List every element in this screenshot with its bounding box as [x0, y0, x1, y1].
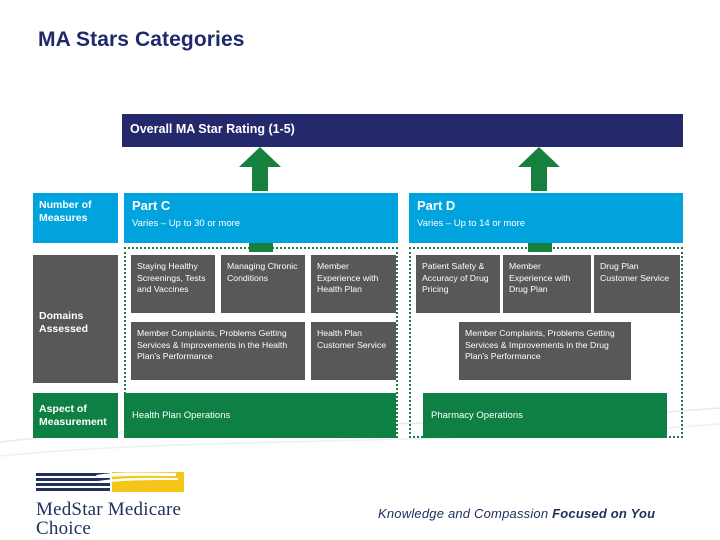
arrow-stem [531, 165, 547, 191]
connector-part-c [249, 243, 273, 252]
part-d-measures-count: Varies – Up to 14 or more [417, 218, 526, 229]
medstar-logo: MedStar Medicare Choice [36, 472, 296, 538]
medstar-logo-icon [36, 472, 184, 492]
part-d-header: Part D Varies – Up to 14 or more [409, 193, 683, 243]
slide-canvas: MA Stars Categories Overall MA Star Rati… [0, 0, 720, 540]
brand-tagline: Knowledge and Compassion Focused on You [378, 506, 655, 521]
aspect-box-pharmacy-operations: Pharmacy Operations [423, 393, 667, 438]
aspect-box-health-plan-operations: Health Plan Operations [124, 393, 396, 438]
page-title: MA Stars Categories [38, 28, 245, 51]
overall-rating-bar: Overall MA Star Rating (1-5) [122, 114, 683, 147]
domain-box: Member Complaints, Problems Getting Serv… [459, 322, 631, 380]
domain-box: Drug Plan Customer Service [594, 255, 680, 313]
arrow-stem [252, 165, 268, 191]
domain-box: Member Complaints, Problems Getting Serv… [131, 322, 305, 380]
row-label-domains-assessed: Domains Assessed [33, 255, 118, 383]
row-label-number-of-measures: Number of Measures [33, 193, 118, 243]
domain-box: Managing Chronic Conditions [221, 255, 305, 313]
part-d-name: Part D [417, 198, 456, 213]
logo-text-line2: Choice [36, 518, 92, 539]
row-label-aspect-of-measurement: Aspect of Measurement [33, 393, 118, 438]
up-arrow-icon-part-c [239, 147, 281, 191]
domain-box: Health Plan Customer Service [311, 322, 396, 380]
part-c-name: Part C [132, 198, 171, 213]
connector-part-d [528, 243, 552, 252]
domain-box: Staying Healthy Screenings, Tests and Va… [131, 255, 215, 313]
overall-rating-label: Overall MA Star Rating (1-5) [130, 122, 295, 136]
logo-text-line1: MedStar Medicare [36, 499, 182, 520]
tagline-bold-text: Focused on You [552, 506, 656, 521]
part-c-measures-count: Varies – Up to 30 or more [132, 218, 241, 229]
up-arrow-icon-part-d [518, 147, 560, 191]
domain-box: Member Experience with Health Plan [311, 255, 396, 313]
tagline-light-text: Knowledge and Compassion [378, 506, 553, 521]
domain-box: Patient Safety & Accuracy of Drug Pricin… [416, 255, 500, 313]
arrow-head [239, 147, 281, 167]
part-c-header: Part C Varies – Up to 30 or more [124, 193, 398, 243]
arrow-head [518, 147, 560, 167]
domain-box: Member Experience with Drug Plan [503, 255, 591, 313]
